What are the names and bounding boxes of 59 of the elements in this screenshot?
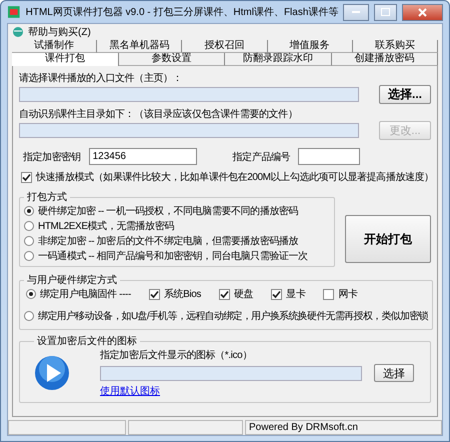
radio-label: 硬件绑定加密 -- 一机一码授权，不同电脑需要不同的播放密码: [38, 204, 298, 218]
play-icon: [34, 355, 70, 391]
tab[interactable]: 试播制作: [12, 40, 98, 53]
maximize-icon: [380, 8, 390, 16]
radio-label: 绑定用户移动设备，如U盘/手机等，远程自动绑定，用户换系统换硬件无需再授权，类似加密锁: [38, 310, 428, 323]
checkbox[interactable]: [323, 288, 334, 300]
group-title: 与用户硬件绑定方式: [26, 274, 118, 287]
minimize-icon: [352, 11, 360, 13]
radio-label: 绑定用户电脑固件 ----: [40, 288, 131, 301]
tab[interactable]: 课件打包: [12, 53, 118, 66]
radio-button[interactable]: [26, 289, 36, 299]
radio-label: HTML2EXE模式，无需播放密码: [38, 220, 174, 233]
icon-file-field[interactable]: [100, 366, 362, 380]
radio-button[interactable]: [24, 236, 34, 246]
select-icon-button[interactable]: 选择: [374, 364, 414, 382]
checkbox[interactable]: [21, 172, 32, 182]
radio-button[interactable]: [24, 206, 34, 216]
field-label: 自动识别课件主目录如下：（该目录应该仅包含课件需要的文件）: [19, 108, 298, 121]
select-button[interactable]: 选择...: [379, 85, 431, 104]
menu-item[interactable]: 帮助与购买(Z): [28, 25, 91, 39]
tab[interactable]: 授权召回: [182, 40, 268, 53]
close-button[interactable]: [402, 4, 443, 20]
key-field[interactable]: 123456: [88, 148, 197, 165]
checkbox[interactable]: [218, 288, 230, 300]
entry-file-field[interactable]: [19, 87, 359, 102]
start-button[interactable]: 开始打包: [344, 215, 431, 263]
tab[interactable]: 联系购买: [352, 40, 438, 53]
close-icon: [418, 8, 428, 16]
tab[interactable]: 防翻录跟踪水印: [225, 53, 332, 66]
minimize-button[interactable]: [343, 4, 369, 20]
radio-button[interactable]: [24, 221, 34, 231]
checkbox-label: 显卡: [286, 288, 306, 301]
default-icon-link[interactable]: 使用默认图标: [100, 384, 414, 398]
window-title: HTML网页课件打包器 v9.0 - 打包三分屏课件、Html课件、Flash课件等: [26, 6, 338, 19]
product-label: 指定产品编号: [232, 150, 290, 164]
tab[interactable]: 增值服务: [268, 40, 353, 53]
radio-label: 非绑定加密 -- 加密后的文件不绑定电脑，但需要播放密码播放: [38, 234, 298, 248]
checkbox-label: 系统Bios: [164, 288, 201, 301]
checkbox-label: 快速播放模式（如果课件比较大，比如单课件包在200M以上勾选此项可以显著提高播放速度）: [36, 170, 434, 184]
product-field[interactable]: [298, 148, 360, 165]
checkbox[interactable]: [148, 288, 160, 300]
main-directory-field[interactable]: [19, 123, 359, 138]
tab[interactable]: 黑名单机器码: [97, 40, 182, 53]
group-title: 打包方式: [26, 190, 68, 204]
tab[interactable]: 创建播放密码: [332, 53, 438, 66]
checkbox[interactable]: [271, 288, 282, 300]
radio-button[interactable]: [24, 251, 34, 261]
checkbox-label: 网卡: [338, 288, 358, 301]
group-title: 设置加密后文件的图标: [36, 334, 138, 348]
app-icon: [7, 5, 21, 19]
maximize-button[interactable]: [374, 4, 398, 20]
status-text: Powered By DRMsoft.cn: [245, 420, 442, 435]
field-label: 指定加密后文件显示的图标（*.ico）: [100, 348, 253, 362]
radio-label: 一码通模式 -- 相同产品编号和加密密钥，同台电脑只需验证一次: [38, 250, 308, 263]
key-label: 指定加密密钥: [23, 150, 81, 164]
checkbox-label: 硬盘: [234, 288, 254, 301]
radio-button[interactable]: [24, 311, 34, 321]
tab[interactable]: 参数设置: [118, 53, 225, 66]
field-label: 请选择课件播放的入口文件（主页）：: [19, 72, 184, 85]
